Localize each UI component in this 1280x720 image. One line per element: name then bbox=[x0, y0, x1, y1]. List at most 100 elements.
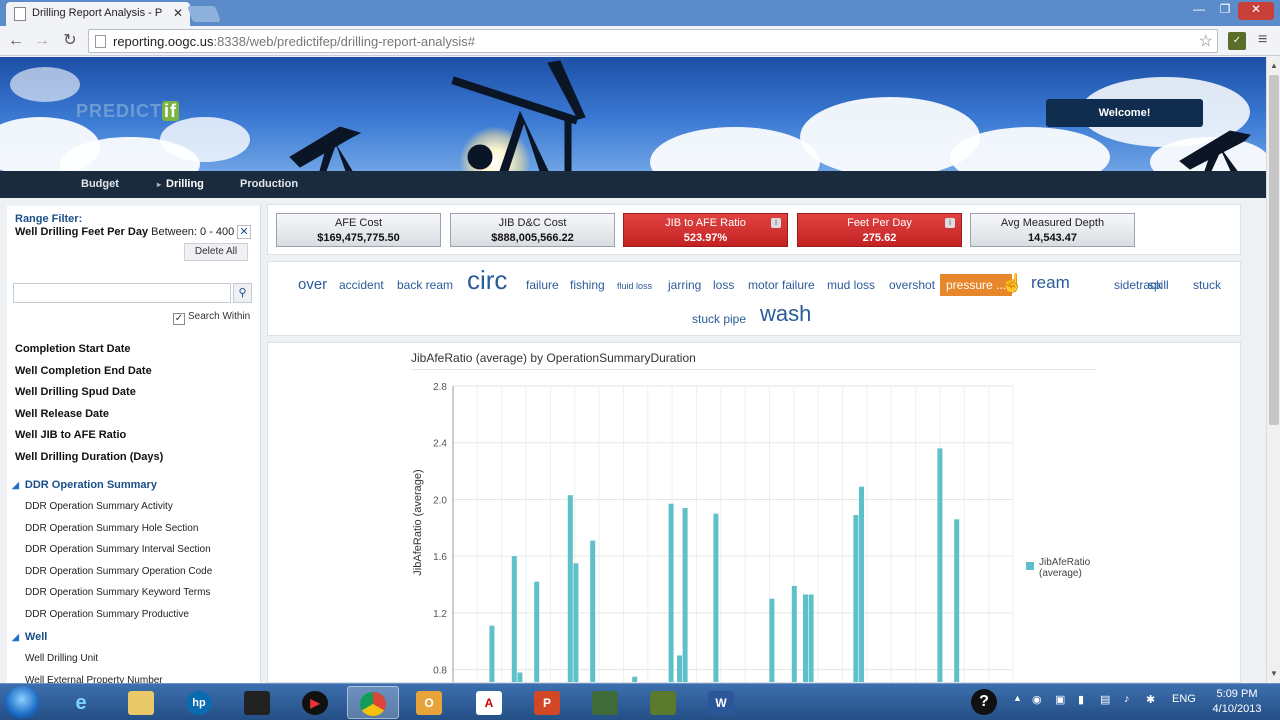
help-icon[interactable]: ? bbox=[971, 689, 997, 715]
keyword-tag[interactable]: back ream bbox=[397, 278, 453, 292]
tray-expand-icon[interactable]: ▲ bbox=[1013, 693, 1022, 703]
taskbar-word[interactable]: W bbox=[695, 686, 747, 719]
tray-icon[interactable]: ▮ bbox=[1078, 693, 1084, 706]
keyword-tag[interactable]: accident bbox=[339, 278, 384, 292]
welcome-button[interactable]: Welcome! bbox=[1046, 99, 1203, 127]
taskbar-app-green-2[interactable] bbox=[637, 686, 689, 719]
new-tab-button[interactable] bbox=[187, 6, 221, 22]
subfield-item[interactable]: Well External Property Number bbox=[25, 675, 163, 683]
taskbar-file-explorer[interactable] bbox=[115, 686, 167, 719]
keyword-tag[interactable]: mud loss bbox=[827, 278, 875, 292]
info-icon[interactable]: i bbox=[945, 218, 955, 228]
maximize-button[interactable]: ❐ bbox=[1212, 2, 1238, 20]
browser-menu-icon[interactable]: ≡ bbox=[1258, 31, 1267, 49]
language-indicator[interactable]: ENG bbox=[1172, 693, 1196, 705]
remove-filter-icon[interactable]: ✕ bbox=[237, 225, 251, 239]
keyword-tag[interactable]: fluid loss bbox=[617, 281, 652, 291]
subfield-item[interactable]: DDR Operation Summary Productive bbox=[25, 609, 212, 631]
volume-icon[interactable]: ♪ bbox=[1124, 693, 1130, 705]
taskbar-acrobat[interactable]: A bbox=[463, 686, 515, 719]
close-tab-icon[interactable]: ✕ bbox=[173, 6, 183, 20]
taskbar-hp[interactable]: hp bbox=[173, 686, 225, 719]
scroll-up-icon[interactable]: ▲ bbox=[1270, 61, 1278, 70]
group-well[interactable]: ◢ Well bbox=[12, 631, 47, 643]
subfield-item[interactable]: DDR Operation Summary Keyword Terms bbox=[25, 587, 212, 609]
reload-button[interactable]: ↻ bbox=[60, 31, 80, 51]
keyword-tag[interactable]: jarring bbox=[668, 278, 701, 292]
nav-item-budget[interactable]: Budget bbox=[81, 178, 119, 190]
taskbar-chrome[interactable] bbox=[347, 686, 399, 719]
extension-icon[interactable]: ✓ bbox=[1228, 32, 1246, 50]
keyword-tag[interactable]: failure bbox=[526, 278, 559, 292]
kpi-jib-dc-cost[interactable]: JIB D&C Cost $888,005,566.22 bbox=[450, 213, 615, 247]
taskbar-media-player[interactable]: ▶ bbox=[289, 686, 341, 719]
keyword-tag[interactable]: overshot bbox=[889, 278, 935, 292]
keyword-tag[interactable]: loss bbox=[713, 278, 734, 292]
keyword-tag[interactable]: fishing bbox=[570, 278, 605, 292]
network-icon[interactable]: ✱ bbox=[1146, 693, 1155, 706]
scroll-thumb[interactable] bbox=[1269, 75, 1279, 425]
keyword-tag[interactable]: stuck bbox=[1193, 278, 1221, 292]
system-clock[interactable]: 5:09 PM 4/10/2013 bbox=[1206, 687, 1268, 717]
field-item[interactable]: Well Drilling Duration (Days) bbox=[15, 451, 163, 473]
tray-icon[interactable]: ◉ bbox=[1032, 693, 1042, 706]
page-scrollbar[interactable]: ▲ ▼ bbox=[1266, 57, 1280, 683]
predictif-logo[interactable]: PREDICT if bbox=[76, 101, 180, 122]
kpi-value: $169,475,775.50 bbox=[317, 232, 400, 244]
filter-search-input[interactable] bbox=[13, 283, 231, 303]
taskbar-internet-explorer[interactable]: e bbox=[55, 686, 107, 719]
kpi-value: 275.62 bbox=[862, 232, 897, 244]
search-within-checkbox[interactable]: ✓ Search Within bbox=[173, 311, 250, 325]
kpi-feet-per-day[interactable]: i Feet Per Day 275.62 bbox=[797, 213, 962, 247]
range-filter-value: Between: 0 - 400 bbox=[148, 226, 235, 238]
forward-button[interactable]: → bbox=[32, 31, 52, 51]
address-bar[interactable]: reporting.oogc.us:8338/web/predictifep/d… bbox=[88, 29, 1218, 53]
start-button[interactable] bbox=[5, 686, 39, 719]
taskbar-outlook[interactable]: O bbox=[403, 686, 455, 719]
keyword-tag[interactable]: motor failure bbox=[748, 278, 815, 292]
subfield-item[interactable]: DDR Operation Summary Hole Section bbox=[25, 523, 212, 545]
field-item[interactable]: Well Drilling Spud Date bbox=[15, 386, 163, 408]
minimize-button[interactable]: — bbox=[1186, 2, 1212, 20]
keyword-tag[interactable]: ream bbox=[1031, 273, 1070, 293]
bookmark-star-icon[interactable]: ☆ bbox=[1199, 31, 1213, 51]
keyword-tag[interactable]: wash bbox=[760, 301, 811, 327]
keyword-tag[interactable]: spill bbox=[1148, 278, 1169, 292]
chart-bar bbox=[668, 503, 674, 682]
kpi-avg-measured-depth[interactable]: Avg Measured Depth 14,543.47 bbox=[970, 213, 1135, 247]
field-item[interactable]: Well Release Date bbox=[15, 408, 163, 430]
nav-item-production[interactable]: Production bbox=[240, 178, 298, 190]
nav-item-drilling[interactable]: Drilling bbox=[166, 178, 204, 190]
keyword-tag[interactable]: over bbox=[298, 276, 327, 293]
range-filter-field: Well Drilling Feet Per Day bbox=[15, 226, 149, 238]
app-icon bbox=[244, 691, 270, 716]
subfield-item[interactable]: DDR Operation Summary Operation Code bbox=[25, 566, 212, 588]
search-within-label: Search Within bbox=[188, 311, 251, 322]
field-item[interactable]: Well Completion End Date bbox=[15, 365, 163, 387]
delete-all-button[interactable]: Delete All bbox=[184, 243, 248, 261]
taskbar-app-dark[interactable] bbox=[231, 686, 283, 719]
subfield-item[interactable]: DDR Operation Summary Activity bbox=[25, 501, 212, 523]
checkbox-checked-icon[interactable]: ✓ bbox=[173, 313, 185, 325]
taskbar-app-green[interactable] bbox=[579, 686, 631, 719]
field-item[interactable]: Well JIB to AFE Ratio bbox=[15, 429, 163, 451]
info-icon[interactable]: i bbox=[771, 218, 781, 228]
tray-icon[interactable]: ▣ bbox=[1055, 693, 1065, 706]
kpi-value: $888,005,566.22 bbox=[491, 232, 574, 244]
subfield-item[interactable]: Well Drilling Unit bbox=[25, 653, 163, 675]
keyword-tag[interactable]: circ bbox=[467, 265, 507, 296]
tray-icon[interactable]: ▤ bbox=[1100, 693, 1110, 706]
subfield-item[interactable]: DDR Operation Summary Interval Section bbox=[25, 544, 212, 566]
keyword-tag[interactable]: stuck pipe bbox=[692, 312, 746, 326]
scroll-down-icon[interactable]: ▼ bbox=[1270, 669, 1278, 678]
back-button[interactable]: ← bbox=[6, 31, 26, 51]
close-window-button[interactable]: ✕ bbox=[1238, 2, 1274, 20]
field-item[interactable]: Completion Start Date bbox=[15, 343, 163, 365]
search-icon[interactable]: ⚲ bbox=[233, 283, 252, 303]
kpi-label: Feet Per Day bbox=[847, 217, 912, 229]
taskbar-powerpoint[interactable]: P bbox=[521, 686, 573, 719]
kpi-afe-cost[interactable]: AFE Cost $169,475,775.50 bbox=[276, 213, 441, 247]
kpi-jib-afe-ratio[interactable]: i JIB to AFE Ratio 523.97% bbox=[623, 213, 788, 247]
group-ddr-operation-summary[interactable]: ◢ DDR Operation Summary bbox=[12, 479, 157, 491]
browser-tab[interactable]: Drilling Report Analysis - P ✕ bbox=[6, 2, 190, 26]
